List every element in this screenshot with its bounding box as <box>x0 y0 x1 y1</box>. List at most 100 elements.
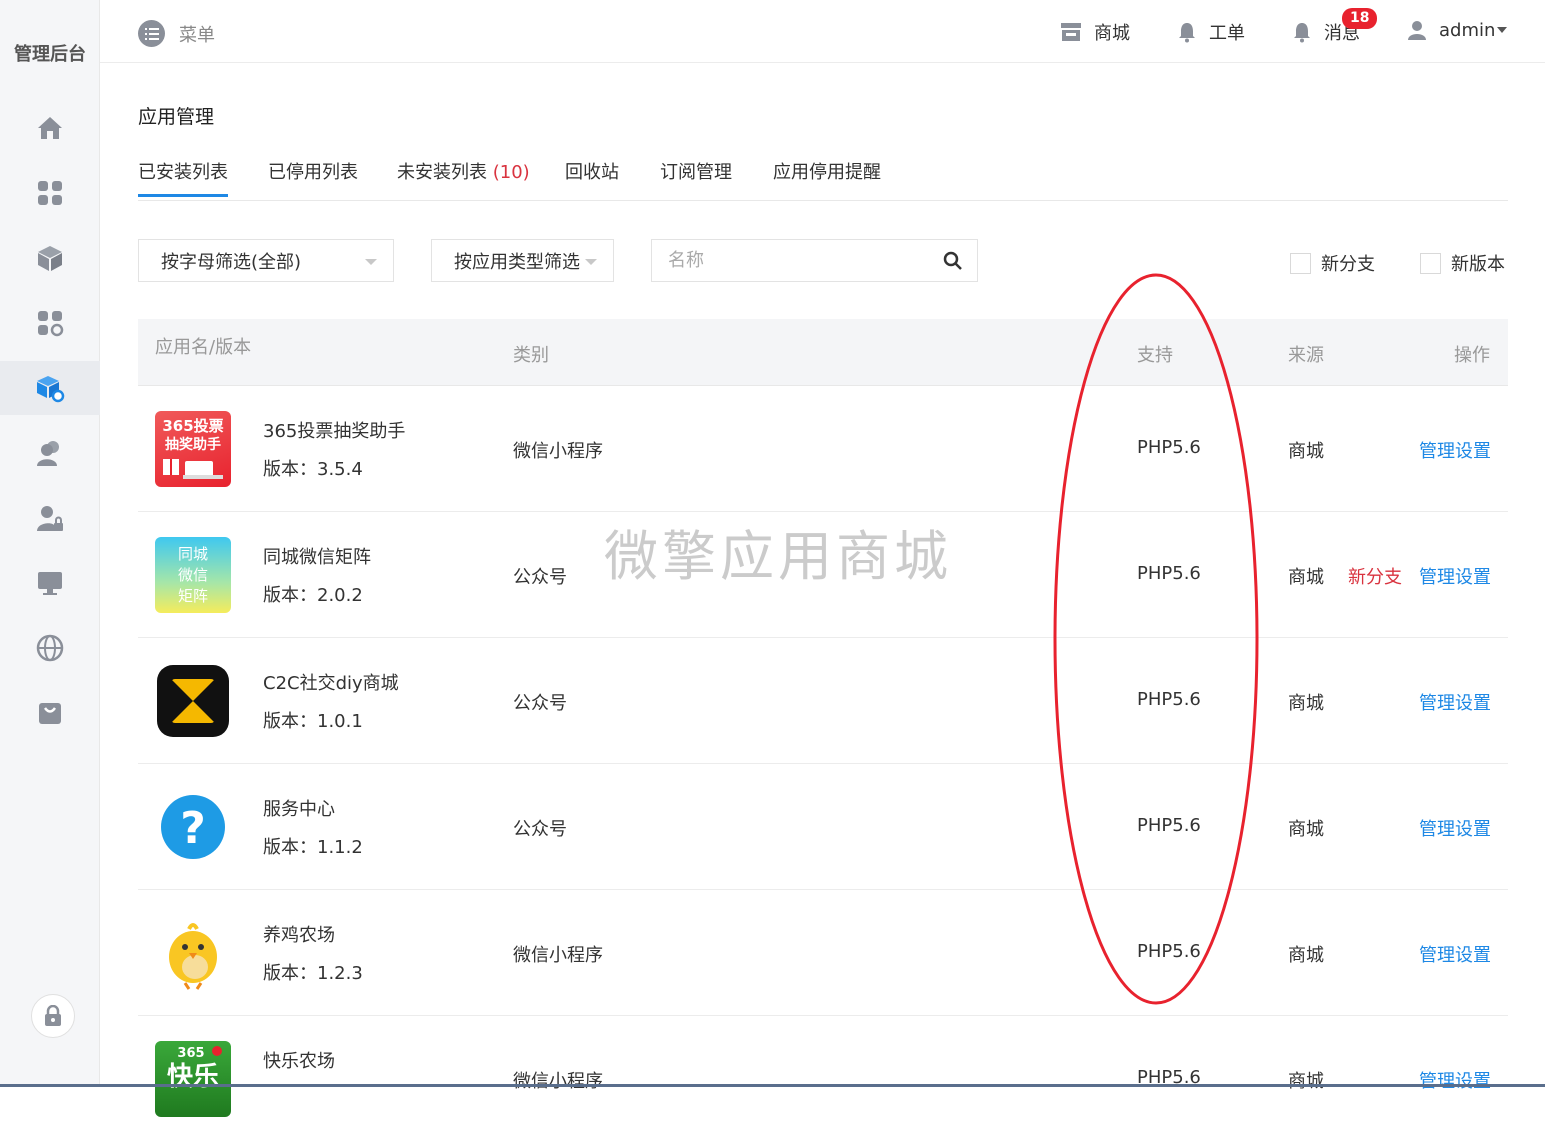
app-manage-icon[interactable] <box>0 361 100 415</box>
tab-recycle-bin[interactable]: 回收站 <box>565 158 619 184</box>
app-category: 微信小程序 <box>513 1071 603 1092</box>
tab-uninstalled[interactable]: 未安装列表 (10) <box>397 158 530 184</box>
app-support: PHP5.6 <box>1137 563 1201 584</box>
user-label: admin <box>1439 19 1496 41</box>
uninstalled-count: (10) <box>492 162 530 183</box>
svg-text:365投票: 365投票 <box>162 417 223 435</box>
happy-farm-app-icon: 365 快乐 <box>155 1041 231 1117</box>
shopping-bag-icon[interactable] <box>0 686 100 740</box>
header-action: 操作 <box>1454 345 1490 366</box>
app-name: 快乐农场 <box>263 1051 335 1072</box>
messages-link[interactable]: 消息 18 <box>1292 8 1378 45</box>
app-name: 服务中心 <box>263 799 335 820</box>
tabs: 已安装列表 已停用列表 未安装列表 (10) 回收站 订阅管理 应用停用提醒 <box>138 152 1508 201</box>
app-source: 商城 <box>1288 693 1324 714</box>
page-title: 应用管理 <box>138 106 215 128</box>
users-icon[interactable] <box>0 426 100 480</box>
app-source: 商城 <box>1288 441 1324 462</box>
svg-text:?: ? <box>180 803 206 854</box>
tab-installed[interactable]: 已安装列表 <box>138 158 228 197</box>
app-name: 养鸡农场 <box>263 925 335 946</box>
apps-grid-icon[interactable] <box>0 166 100 220</box>
app-version: 版本：1.0.1 <box>263 711 363 732</box>
app-source: 商城 <box>1288 819 1324 840</box>
lock-button[interactable] <box>31 994 75 1038</box>
table-row: 同城 微信 矩阵 同城微信矩阵 版本：2.0.2 公众号 PHP5.6 商城 新… <box>138 512 1508 638</box>
manage-settings-link[interactable]: 管理设置 <box>1419 437 1491 463</box>
type-filter-select[interactable]: 按应用类型筛选 <box>431 239 614 282</box>
app-support: PHP5.6 <box>1137 941 1201 962</box>
manage-settings-link[interactable]: 管理设置 <box>1419 563 1491 589</box>
svg-text:365: 365 <box>177 1046 204 1061</box>
tab-disabled[interactable]: 已停用列表 <box>268 158 358 184</box>
header-support: 支持 <box>1137 345 1173 366</box>
new-branch-checkbox[interactable]: 新分支 <box>1290 250 1375 276</box>
app-name: 同城微信矩阵 <box>263 547 371 568</box>
bell-icon <box>1294 23 1310 43</box>
manage-settings-link[interactable]: 管理设置 <box>1419 689 1491 715</box>
app-category: 微信小程序 <box>513 441 603 462</box>
user-lock-icon[interactable] <box>0 491 100 545</box>
app-version: 版本：3.5.4 <box>263 459 363 480</box>
search-input[interactable] <box>652 240 922 281</box>
messages-badge: 18 <box>1342 8 1378 29</box>
home-icon[interactable] <box>0 101 100 155</box>
checkbox-box[interactable] <box>1420 252 1441 274</box>
cube-icon[interactable] <box>0 231 100 285</box>
monitor-icon[interactable] <box>0 556 100 610</box>
caret-down-icon <box>1497 27 1508 33</box>
svg-text:微信: 微信 <box>178 566 208 584</box>
manage-settings-link[interactable]: 管理设置 <box>1419 815 1491 841</box>
header-category: 类别 <box>513 345 549 366</box>
workorder-label: 工单 <box>1209 23 1245 44</box>
table-row: 养鸡农场 版本：1.2.3 微信小程序 PHP5.6 商城 管理设置 <box>138 890 1508 1016</box>
user-menu[interactable]: admin <box>1407 19 1508 41</box>
store-icon <box>1061 23 1081 41</box>
apps-settings-icon[interactable] <box>0 296 100 350</box>
table-row: C2C社交diy商城 版本：1.0.1 公众号 PHP5.6 商城 管理设置 <box>138 638 1508 764</box>
service-center-app-icon: ? <box>155 789 231 865</box>
search-icon[interactable] <box>943 251 963 271</box>
topbar: 菜单 商城 工单 消息 18 admin <box>100 0 1545 63</box>
svg-text:同城: 同城 <box>178 545 208 563</box>
chevron-down-icon <box>585 259 597 265</box>
app-version: 版本：1.1.2 <box>263 837 363 858</box>
store-label: 商城 <box>1094 23 1130 44</box>
store-link[interactable]: 商城 <box>1060 19 1130 45</box>
menu-icon <box>138 20 165 47</box>
app-category: 微信小程序 <box>513 945 603 966</box>
svg-text:快乐: 快乐 <box>167 1062 219 1092</box>
bell-icon <box>1179 23 1195 43</box>
table-row: 365 快乐 快乐农场 微信小程序 PHP5.6 商城 管理设置 <box>138 1016 1508 1142</box>
app-name: 365投票抽奖助手 <box>263 421 406 442</box>
vote-app-icon: 365投票 抽奖助手 <box>155 411 231 487</box>
letter-filter-select[interactable]: 按字母筛选(全部) <box>138 239 394 282</box>
tab-subscriptions[interactable]: 订阅管理 <box>660 158 732 184</box>
app-support: PHP5.6 <box>1137 437 1201 458</box>
city-matrix-app-icon: 同城 微信 矩阵 <box>155 537 231 613</box>
workorder-link[interactable]: 工单 <box>1177 19 1245 45</box>
app-support: PHP5.6 <box>1137 815 1201 836</box>
svg-text:抽奖助手: 抽奖助手 <box>165 436 221 453</box>
menu-toggle[interactable]: 菜单 <box>138 20 215 47</box>
c2c-shop-app-icon <box>155 663 231 739</box>
search-box <box>651 239 978 282</box>
new-version-checkbox[interactable]: 新版本 <box>1420 250 1505 276</box>
manage-settings-link[interactable]: 管理设置 <box>1419 1067 1491 1093</box>
sidebar: 管理后台 <box>0 0 100 1087</box>
app-version: 版本：1.2.3 <box>263 963 363 984</box>
tab-disable-reminder[interactable]: 应用停用提醒 <box>773 158 881 184</box>
app-source: 商城 <box>1288 945 1324 966</box>
lock-icon <box>45 1005 61 1026</box>
app-category: 公众号 <box>513 693 567 714</box>
app-source: 商城 <box>1288 567 1324 588</box>
new-branch-tag[interactable]: 新分支 <box>1348 563 1402 589</box>
header-source: 来源 <box>1288 345 1324 366</box>
globe-icon[interactable] <box>0 621 100 675</box>
table-header: 应用名/版本 类别 支持 来源 操作 <box>138 319 1508 386</box>
app-support: PHP5.6 <box>1137 689 1201 710</box>
checkbox-box[interactable] <box>1290 252 1311 274</box>
table-row: 365投票 抽奖助手 365投票抽奖助手 版本：3.5.4 微信小程序 PHP5… <box>138 386 1508 512</box>
manage-settings-link[interactable]: 管理设置 <box>1419 941 1491 967</box>
app-category: 公众号 <box>513 567 567 588</box>
